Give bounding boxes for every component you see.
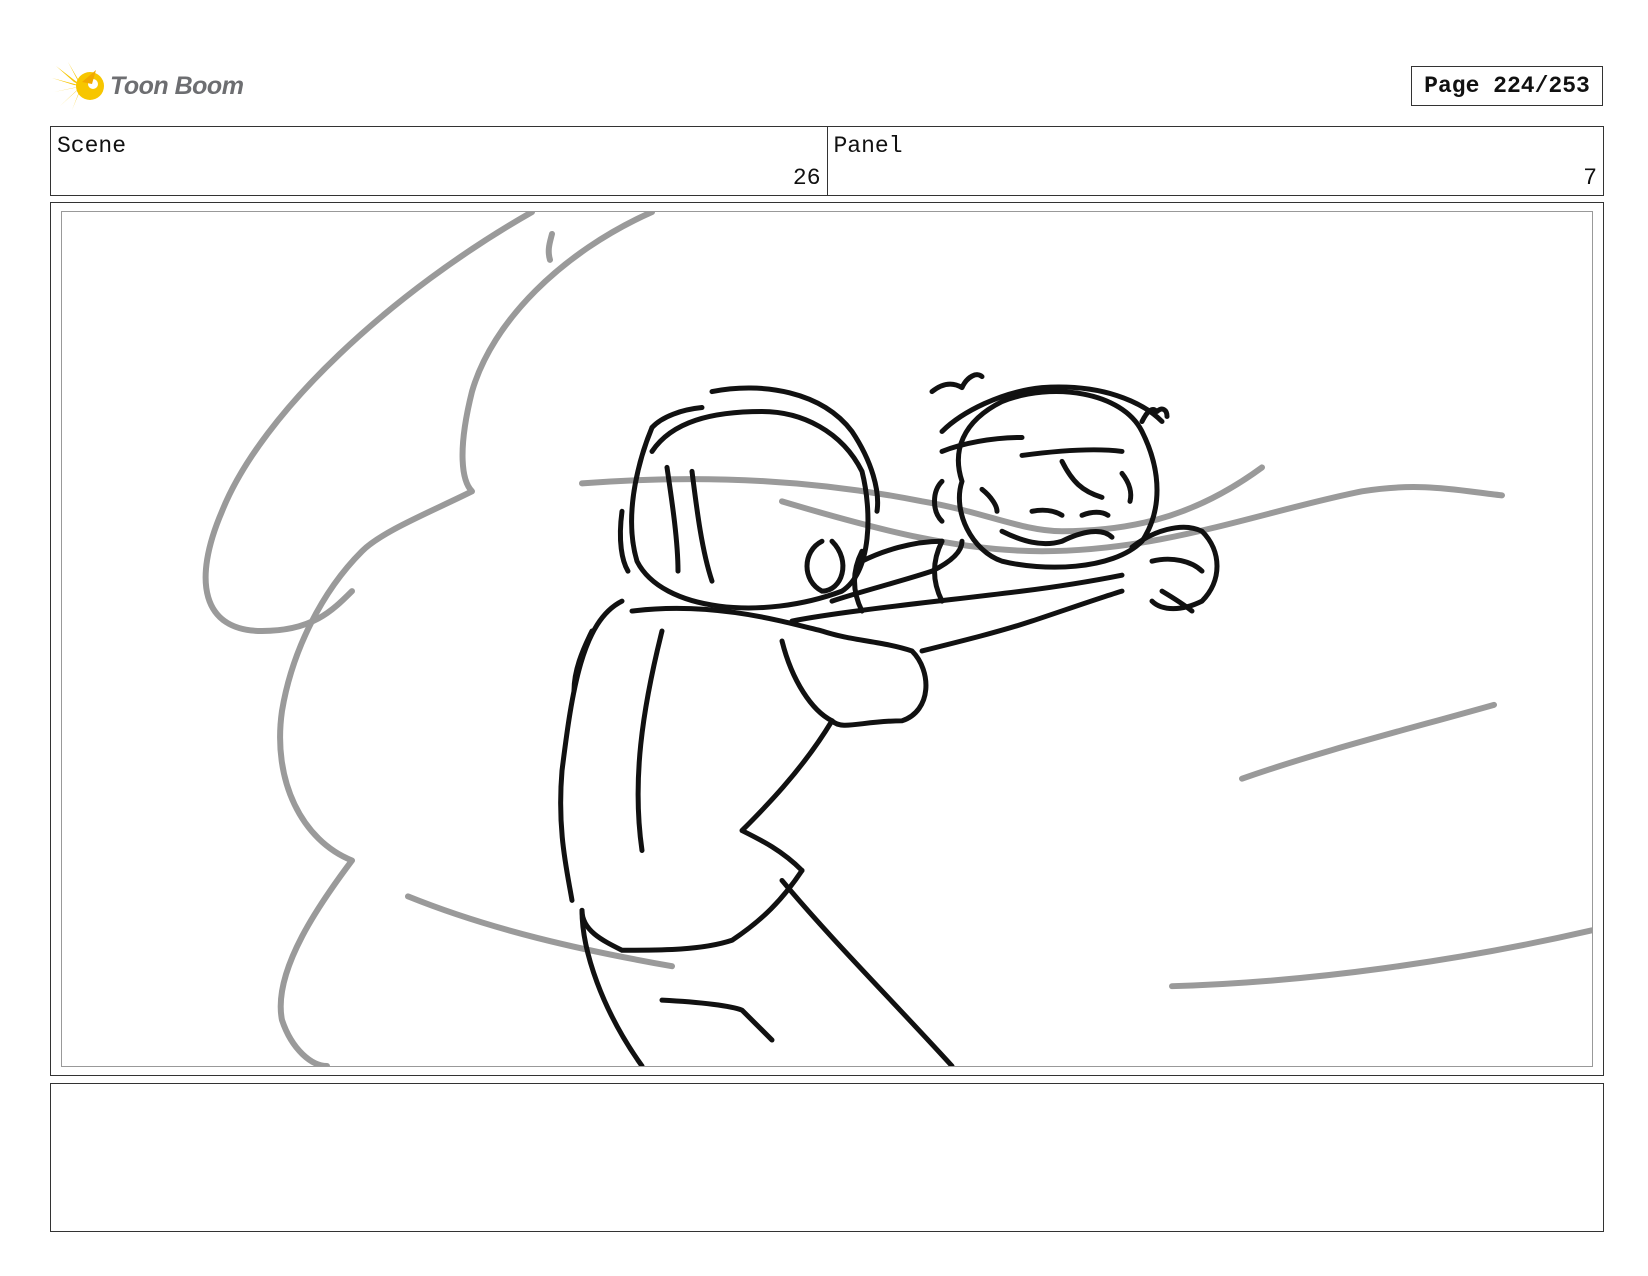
motion-lines bbox=[202, 212, 1592, 1066]
logo-text: Toon Boom bbox=[110, 71, 244, 100]
page-number: Page 224/253 bbox=[1411, 66, 1603, 106]
scene-cell: Scene 26 bbox=[51, 127, 827, 195]
star-burst-icon bbox=[52, 62, 104, 110]
panel-label: Panel bbox=[833, 133, 903, 159]
panel-cell: Panel 7 bbox=[826, 127, 1604, 195]
panel-value: 7 bbox=[1583, 165, 1597, 191]
panel-frame bbox=[50, 202, 1604, 1076]
notes-box bbox=[50, 1083, 1604, 1232]
panel-image-area bbox=[61, 211, 1593, 1067]
scene-label: Scene bbox=[57, 133, 127, 159]
toon-boom-logo: Toon Boom bbox=[52, 58, 262, 114]
storyboard-sketch-image bbox=[202, 212, 1592, 1066]
scene-value: 26 bbox=[792, 165, 821, 191]
scene-panel-header: Scene 26 Panel 7 bbox=[50, 126, 1604, 196]
